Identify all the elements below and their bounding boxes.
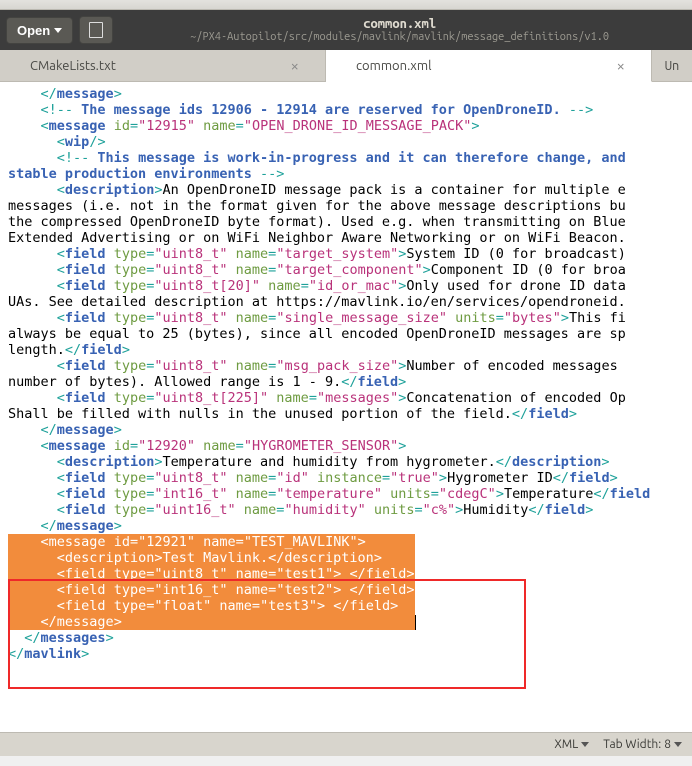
tab-close-icon[interactable]: × (611, 57, 631, 74)
tab-bar: CMakeLists.txt × common.xml × Un (0, 50, 692, 82)
document-icon (89, 22, 103, 38)
title-center: common.xml ~/PX4-Autopilot/src/modules/m… (113, 17, 686, 43)
chevron-down-icon (674, 742, 682, 747)
window-title: common.xml (113, 17, 686, 31)
tab-label: CMakeLists.txt (30, 59, 116, 73)
chevron-down-icon (581, 742, 589, 747)
highlighted-message-block: <message id="12921" name="TEST_MAVLINK">… (8, 534, 415, 630)
status-lang[interactable]: XML (554, 738, 589, 751)
open-label: Open (17, 23, 50, 38)
title-bar: Open common.xml ~/PX4-Autopilot/src/modu… (0, 10, 692, 50)
window-partial-menu (0, 0, 692, 10)
status-tab-width[interactable]: Tab Width: 8 (603, 738, 682, 751)
text-cursor (415, 615, 416, 630)
window-subtitle: ~/PX4-Autopilot/src/modules/mavlink/mavl… (113, 31, 686, 43)
tab-common-xml[interactable]: common.xml × (326, 50, 652, 82)
tab-cmakelists[interactable]: CMakeLists.txt × (0, 50, 326, 81)
status-bar: XML Tab Width: 8 (0, 732, 692, 756)
tab-label: common.xml (356, 59, 432, 73)
chevron-down-icon (54, 28, 62, 33)
tab-close-icon[interactable]: × (285, 57, 305, 74)
tab-overflow[interactable]: Un (652, 50, 692, 81)
editor-content[interactable]: </message> <!-- The message ids 12906 - … (0, 82, 692, 732)
tab-label: Un (665, 59, 680, 73)
open-button[interactable]: Open (6, 17, 73, 44)
new-document-button[interactable] (79, 16, 113, 44)
